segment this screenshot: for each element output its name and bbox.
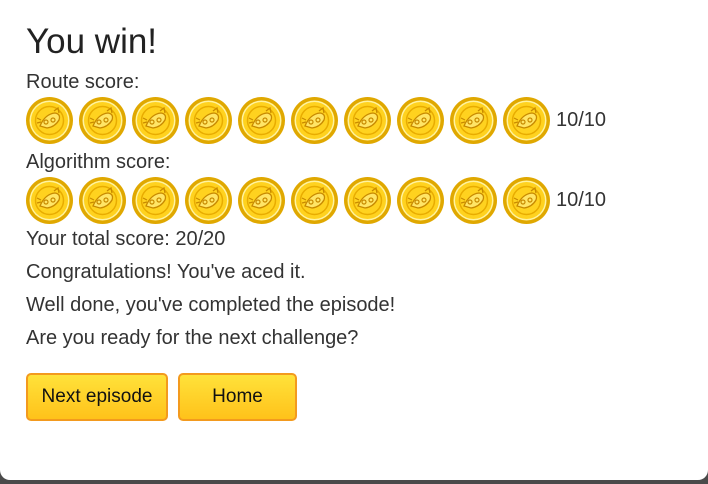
next-episode-button[interactable]: Next episode — [26, 373, 168, 421]
gold-coin-icon — [502, 176, 551, 225]
algorithm-score-coins: 10/10 — [25, 174, 682, 226]
gold-coin-icon — [343, 176, 392, 225]
gold-coin-icon — [131, 96, 180, 145]
gold-coin-icon — [396, 96, 445, 145]
gold-coin-icon — [25, 176, 74, 225]
win-dialog: You win! Route score: 10/10 Algorithm sc… — [0, 0, 708, 480]
message-completed: Well done, you've completed the episode! — [26, 294, 396, 316]
message-next-challenge: Are you ready for the next challenge? — [26, 327, 359, 349]
dialog-title: You win! — [26, 22, 158, 61]
gold-coin-icon — [290, 96, 339, 145]
gold-coin-icon — [343, 96, 392, 145]
home-button[interactable]: Home — [178, 373, 297, 421]
gold-coin-icon — [131, 176, 180, 225]
gold-coin-icon — [449, 96, 498, 145]
gold-coin-icon — [184, 176, 233, 225]
route-score-coins: 10/10 — [25, 94, 682, 146]
total-score: Your total score: 20/20 — [26, 228, 226, 250]
message-congratulations: Congratulations! You've aced it. — [26, 261, 306, 283]
gold-coin-icon — [290, 176, 339, 225]
gold-coin-icon — [396, 176, 445, 225]
gold-coin-icon — [78, 96, 127, 145]
gold-coin-icon — [449, 176, 498, 225]
gold-coin-icon — [25, 96, 74, 145]
algorithm-score-label: Algorithm score: — [26, 151, 171, 173]
route-score-value: 10/10 — [556, 108, 607, 131]
route-score-label: Route score: — [26, 71, 140, 93]
gold-coin-icon — [237, 176, 286, 225]
dialog-buttons: Next episode Home — [26, 373, 682, 421]
algorithm-score-value: 10/10 — [556, 188, 607, 211]
gold-coin-icon — [502, 96, 551, 145]
gold-coin-icon — [78, 176, 127, 225]
gold-coin-icon — [237, 96, 286, 145]
gold-coin-icon — [184, 96, 233, 145]
